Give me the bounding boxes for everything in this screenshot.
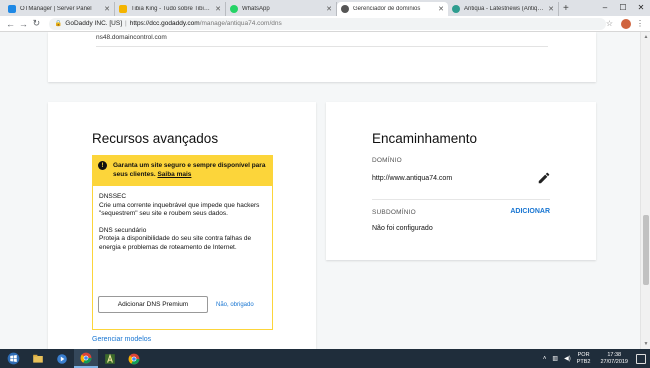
url-path: /manage/antiqua74.com/dns bbox=[199, 20, 282, 27]
info-icon: ! bbox=[98, 161, 107, 170]
scroll-up-icon[interactable]: ▲ bbox=[641, 34, 650, 40]
close-window-icon[interactable]: ✕ bbox=[632, 0, 650, 16]
profile-avatar[interactable] bbox=[621, 18, 632, 29]
windows-logo-icon bbox=[7, 352, 19, 365]
browser-toolbar: ← → ↻ 🔒 GoDaddy INC. [US] | https://dcc.… bbox=[0, 16, 650, 32]
windows-taskbar: ˄ ▥ ◀) POR PTB2 17:38 27/07/2019 bbox=[0, 349, 650, 368]
tab-label: Antiqua - Latestnews (Antiqua)... bbox=[464, 6, 547, 12]
divider bbox=[96, 46, 548, 47]
volume-icon[interactable]: ◀) bbox=[564, 355, 571, 362]
media-player-icon bbox=[57, 353, 67, 364]
tab-close-icon[interactable]: ✕ bbox=[215, 5, 221, 13]
decline-link[interactable]: Não, obrigado bbox=[216, 302, 254, 308]
tab-label: WhatsApp bbox=[242, 6, 270, 12]
taskbar-clock[interactable]: 17:38 27/07/2019 bbox=[600, 352, 628, 365]
divider bbox=[372, 199, 550, 200]
tab-label: Tibia King - Tudo sobre Tibia, ... bbox=[131, 6, 214, 12]
input-language[interactable]: POR PTB2 bbox=[577, 352, 591, 365]
url-host: https://dcc.godaddy.com bbox=[129, 20, 200, 27]
browser-tab[interactable]: OTManager | Server Panel ✕ bbox=[4, 2, 115, 16]
bookmark-star-icon[interactable]: ☆ bbox=[606, 19, 613, 28]
tab-close-icon[interactable]: ✕ bbox=[326, 5, 332, 13]
chrome-icon bbox=[80, 352, 92, 363]
minimize-icon[interactable]: – bbox=[596, 0, 614, 16]
tab-favicon-icon bbox=[230, 5, 238, 13]
advanced-features-card: Recursos avançados ! Garanta um site seg… bbox=[48, 102, 316, 349]
section-title: Recursos avançados bbox=[92, 131, 219, 146]
chrome-icon bbox=[128, 353, 140, 364]
maximize-icon[interactable]: ☐ bbox=[614, 0, 632, 16]
taskbar-chrome[interactable] bbox=[74, 349, 98, 368]
premium-dns-promo: ! Garanta um site seguro e sempre dispon… bbox=[92, 155, 273, 330]
browser-menu-icon[interactable]: ⋮ bbox=[636, 19, 644, 28]
tab-close-icon[interactable]: ✕ bbox=[104, 5, 110, 13]
subdomain-status: Não foi configurado bbox=[372, 225, 433, 232]
app-a-icon bbox=[105, 353, 115, 364]
add-premium-dns-button[interactable]: Adicionar DNS Premium bbox=[98, 296, 208, 313]
browser-tab[interactable]: Tibia King - Tudo sobre Tibia, ... ✕ bbox=[115, 2, 226, 16]
forwarding-card: Encaminhamento DOMÍNIO http://www.antiqu… bbox=[326, 102, 596, 260]
browser-tab[interactable]: WhatsApp ✕ bbox=[226, 2, 337, 16]
learn-more-link[interactable]: Saiba mais bbox=[157, 171, 191, 178]
tab-favicon-icon bbox=[341, 5, 349, 13]
promo-actions: Adicionar DNS Premium Não, obrigado bbox=[98, 296, 254, 313]
dnssec-title: DNSSEC bbox=[99, 193, 127, 200]
dnssec-description: Crie uma corrente inquebrável que impede… bbox=[99, 201, 260, 218]
subdomain-label: SUBDOMÍNIO bbox=[372, 209, 416, 216]
domain-forward-value: http://www.antiqua74.com bbox=[372, 175, 453, 182]
promo-body: DNSSEC Crie uma corrente inquebrável que… bbox=[93, 186, 272, 252]
secondary-dns-title: DNS secundário bbox=[99, 226, 147, 234]
page-scrollbar[interactable]: ▲ ▼ bbox=[640, 32, 650, 349]
scroll-thumb[interactable] bbox=[643, 215, 649, 285]
tab-favicon-icon bbox=[119, 5, 127, 13]
forward-icon[interactable]: → bbox=[17, 19, 30, 29]
tab-label: Gerenciador de domínios bbox=[353, 6, 421, 12]
domain-label: DOMÍNIO bbox=[372, 157, 402, 164]
browser-tab-strip: OTManager | Server Panel ✕ Tibia King - … bbox=[0, 0, 650, 16]
back-icon[interactable]: ← bbox=[4, 19, 17, 29]
tab-favicon-icon bbox=[452, 5, 460, 13]
window-controls: – ☐ ✕ bbox=[596, 0, 650, 16]
folder-icon bbox=[33, 354, 43, 363]
site-origin: GoDaddy INC. [US] bbox=[65, 20, 123, 27]
tab-close-icon[interactable]: ✕ bbox=[548, 5, 554, 13]
taskbar-explorer[interactable] bbox=[26, 349, 50, 368]
start-button[interactable] bbox=[0, 349, 26, 368]
system-tray: ˄ ▥ ◀) POR PTB2 17:38 27/07/2019 bbox=[543, 349, 650, 368]
notification-center-icon[interactable] bbox=[636, 353, 646, 364]
nameserver-card: ns48.domaincontrol.com bbox=[48, 32, 596, 82]
tab-label: OTManager | Server Panel bbox=[20, 6, 92, 12]
tab-favicon-icon bbox=[8, 5, 16, 13]
tray-arrow-icon[interactable]: ˄ bbox=[543, 356, 547, 362]
promo-header: ! Garanta um site seguro e sempre dispon… bbox=[93, 156, 272, 186]
network-icon[interactable]: ▥ bbox=[552, 355, 558, 362]
nameserver-value: ns48.domaincontrol.com bbox=[96, 34, 167, 41]
browser-tab[interactable]: Antiqua - Latestnews (Antiqua)... ✕ bbox=[448, 2, 559, 16]
taskbar-chrome-2[interactable] bbox=[122, 349, 146, 368]
lock-icon[interactable]: 🔒 bbox=[55, 20, 62, 27]
page-content: ns48.domaincontrol.com Recursos avançado… bbox=[0, 32, 640, 349]
reload-icon[interactable]: ↻ bbox=[30, 18, 43, 29]
section-title: Encaminhamento bbox=[372, 131, 478, 146]
address-bar[interactable]: 🔒 GoDaddy INC. [US] | https://dcc.godadd… bbox=[48, 17, 606, 30]
manage-templates-link[interactable]: Gerenciar modelos bbox=[92, 336, 151, 343]
taskbar-app-a[interactable] bbox=[98, 349, 122, 368]
add-subdomain-link[interactable]: ADICIONAR bbox=[510, 208, 550, 215]
secondary-dns-description: Proteja a disponibilidade do seu site co… bbox=[99, 235, 252, 251]
browser-tab-active[interactable]: Gerenciador de domínios ✕ bbox=[337, 2, 448, 16]
scroll-down-icon[interactable]: ▼ bbox=[641, 341, 650, 347]
tab-close-icon[interactable]: ✕ bbox=[438, 5, 444, 13]
taskbar-media-player[interactable] bbox=[50, 349, 74, 368]
new-tab-button[interactable]: + bbox=[563, 2, 569, 16]
edit-pencil-icon[interactable] bbox=[537, 171, 551, 185]
